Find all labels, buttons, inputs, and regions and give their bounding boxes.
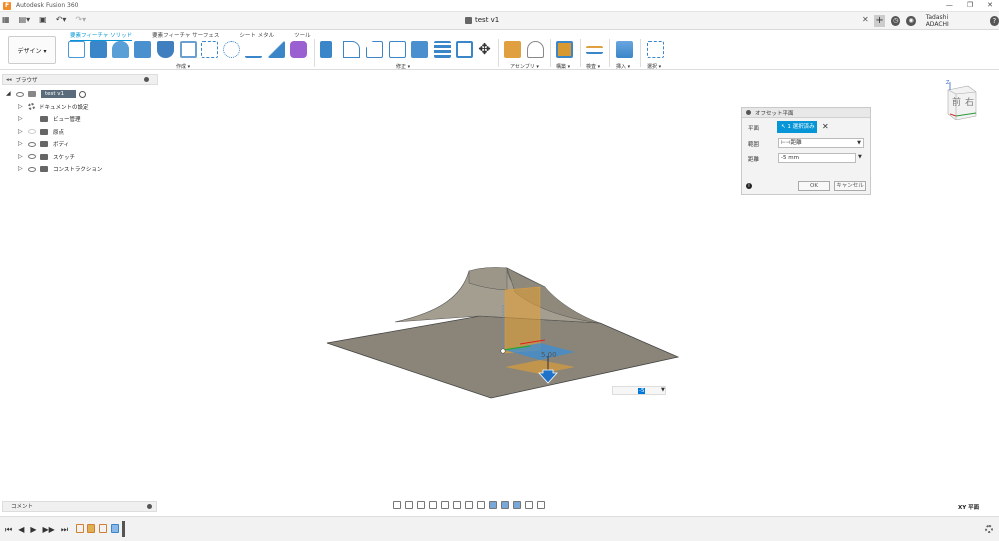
- timeline-feature-sketch[interactable]: [76, 524, 84, 533]
- selection-count: 1 選択済み: [787, 124, 815, 130]
- timeline-marker[interactable]: [122, 521, 125, 537]
- comments-panel[interactable]: コメント: [2, 501, 157, 512]
- clear-selection-button[interactable]: ✕: [822, 122, 829, 131]
- cancel-button[interactable]: キャンセル: [834, 181, 866, 191]
- viewcube-front-face[interactable]: 前: [952, 95, 961, 108]
- timeline-prev-icon[interactable]: ◀: [18, 525, 24, 535]
- comments-title: コメント: [11, 504, 34, 510]
- orbit-icon[interactable]: [393, 501, 401, 509]
- timeline-feature-loft[interactable]: [87, 524, 95, 533]
- dimension-label: 5.00: [541, 351, 557, 359]
- floating-distance-value[interactable]: -5: [638, 388, 646, 394]
- timeline-next-icon[interactable]: ▶▶: [43, 525, 55, 535]
- info-icon[interactable]: i: [746, 183, 752, 189]
- timeline-end-icon[interactable]: ⏭: [61, 525, 68, 535]
- look-at-icon[interactable]: [405, 501, 413, 509]
- grid-settings-icon[interactable]: [465, 501, 473, 509]
- dialog-header[interactable]: オフセット平面: [742, 108, 870, 118]
- viewports-icon[interactable]: [477, 501, 485, 509]
- display-settings-icon[interactable]: [453, 501, 461, 509]
- distance-label: 距離: [748, 157, 760, 163]
- view-home-icon[interactable]: [537, 501, 545, 509]
- extent-label: 範囲: [748, 142, 760, 148]
- dialog-collapse-icon[interactable]: [746, 110, 751, 115]
- plane-label: 平面: [748, 126, 760, 132]
- offset-plane-dialog: オフセット平面 平面 ↖ 1 選択済み ✕ 範囲 ⊢⊣距離 ▼ 距離 -5 mm…: [741, 107, 871, 195]
- plane-selection-button[interactable]: ↖ 1 選択済み: [777, 121, 817, 133]
- extent-dropdown[interactable]: ⊢⊣距離 ▼: [778, 138, 864, 148]
- view-side-icon[interactable]: [525, 501, 533, 509]
- view-top-icon[interactable]: [501, 501, 509, 509]
- timeline-feature-plane[interactable]: [111, 524, 119, 533]
- extent-value: 距離: [790, 140, 802, 146]
- timeline-feature-sketch[interactable]: [99, 524, 107, 533]
- viewcube-right-face[interactable]: 右: [965, 95, 974, 108]
- floating-distance-input[interactable]: -5 ▼: [612, 386, 666, 395]
- distance-dropdown-arrow-icon[interactable]: ▼: [858, 154, 862, 160]
- timeline-start-icon[interactable]: ⏮: [5, 525, 12, 535]
- viewcube[interactable]: 前 右 Z: [940, 80, 980, 121]
- pan-icon[interactable]: [417, 501, 425, 509]
- distance-icon: ⊢⊣: [781, 140, 791, 146]
- floating-dropdown-arrow-icon[interactable]: ▼: [661, 387, 665, 393]
- view-iso-icon[interactable]: [513, 501, 521, 509]
- timeline-bar: ⏮ ◀ ▶ ▶▶ ⏭: [0, 516, 999, 541]
- active-plane-label: XY 平面: [958, 505, 980, 511]
- view-front-icon[interactable]: [489, 501, 497, 509]
- zoom-icon[interactable]: [429, 501, 437, 509]
- timeline-settings-icon[interactable]: [985, 525, 993, 533]
- viewport-canvas[interactable]: 5.00: [0, 0, 999, 541]
- fit-icon[interactable]: [441, 501, 449, 509]
- dropdown-arrow-icon: ▼: [857, 140, 861, 146]
- distance-input[interactable]: -5 mm: [778, 153, 856, 163]
- navigation-bar: [393, 501, 545, 509]
- comments-options-icon[interactable]: [147, 504, 152, 509]
- viewcube-z-axis-label: Z: [946, 80, 950, 86]
- timeline-play-icon[interactable]: ▶: [30, 525, 36, 535]
- ok-button[interactable]: OK: [798, 181, 830, 191]
- surface-model[interactable]: [326, 267, 680, 399]
- dialog-title: オフセット平面: [755, 110, 794, 117]
